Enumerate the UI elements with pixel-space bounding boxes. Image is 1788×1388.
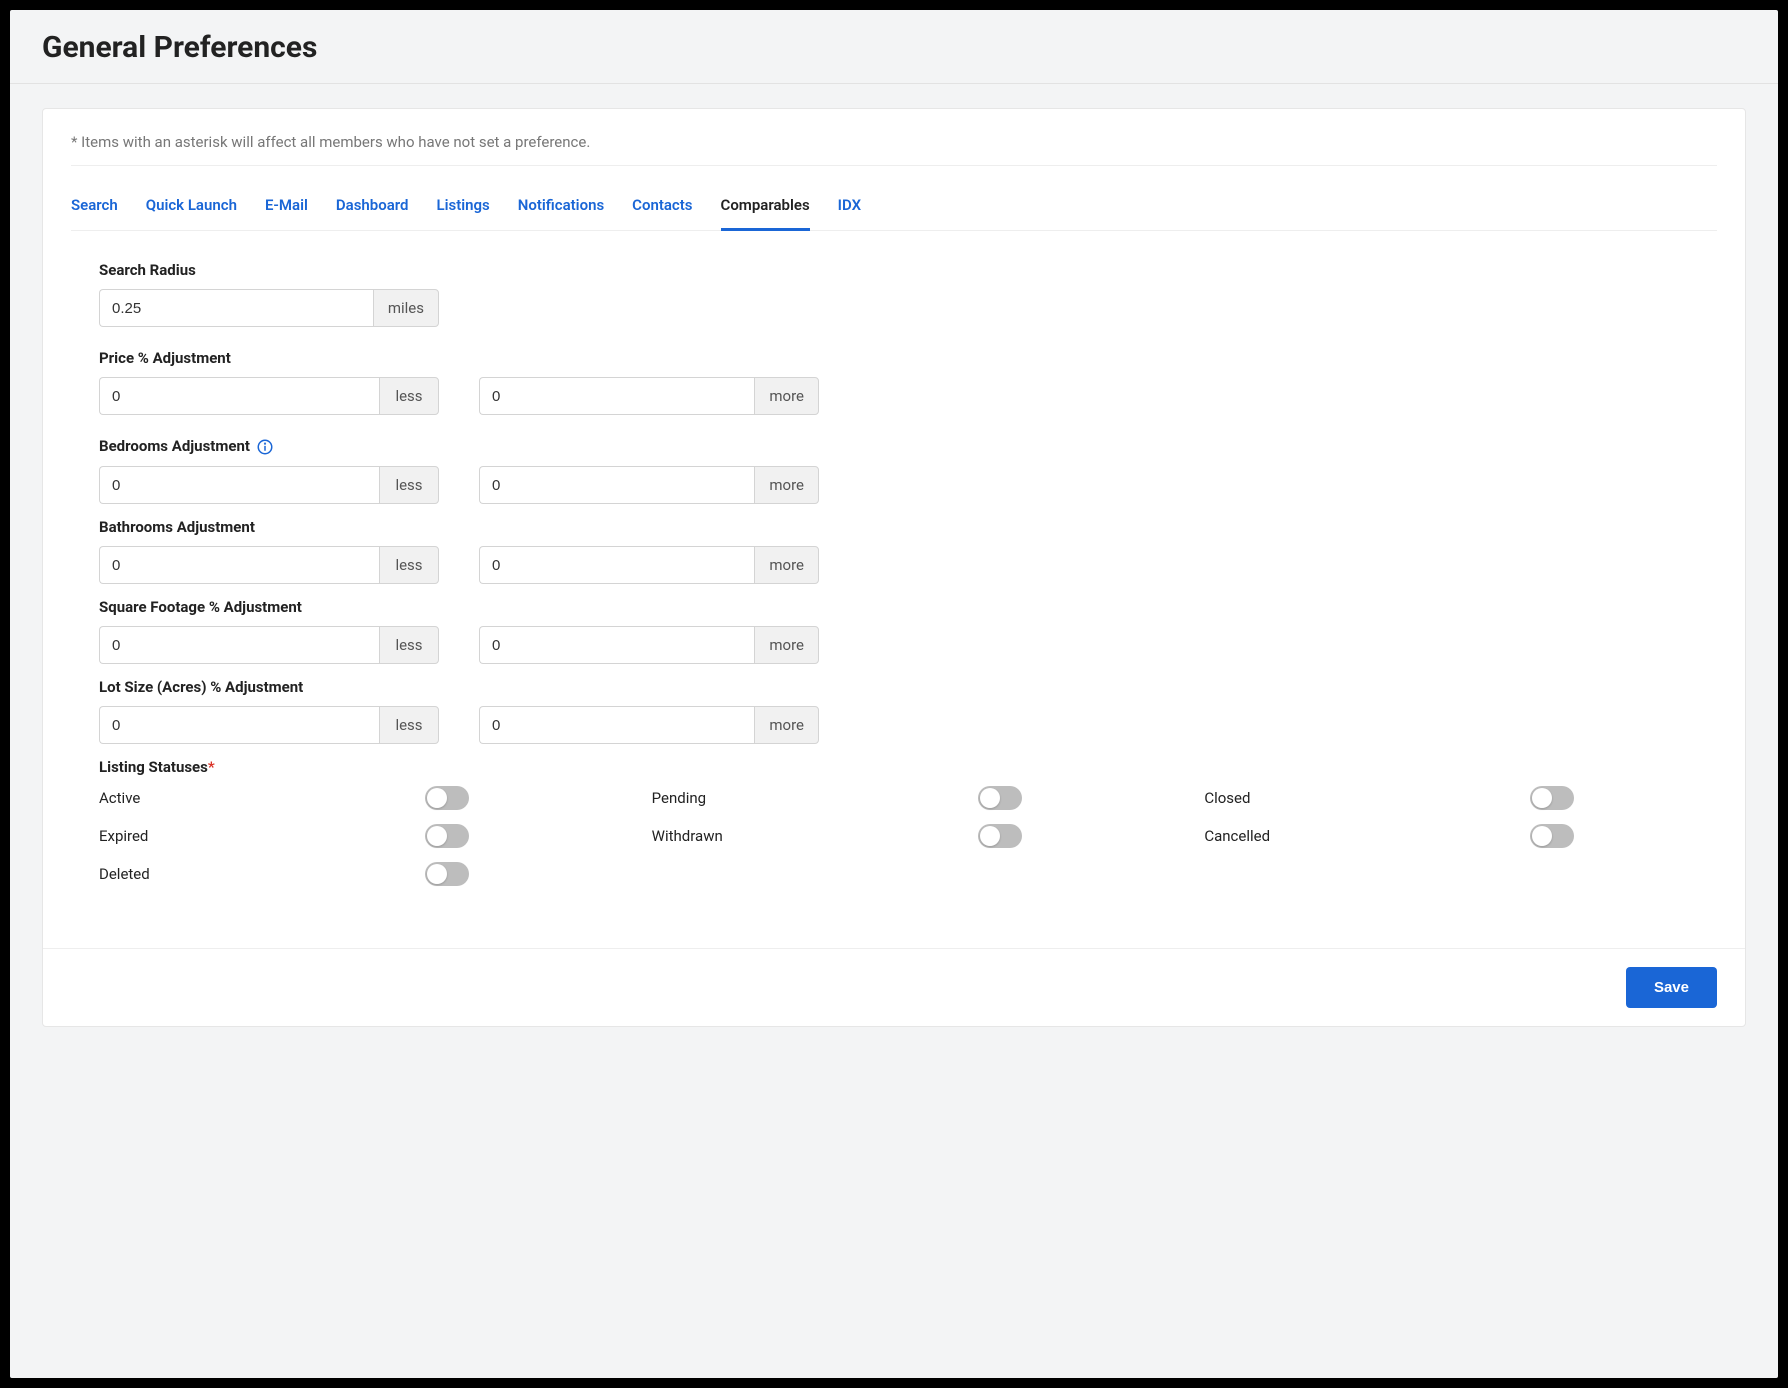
toggle-active[interactable] (425, 786, 469, 810)
field-bathrooms-adjustment: Bathrooms Adjustment less more (99, 518, 1717, 584)
input-group-bathrooms-less: less (99, 546, 439, 584)
bathrooms-less-unit: less (379, 546, 439, 584)
toggle-pending[interactable] (978, 786, 1022, 810)
input-group-sqft-less: less (99, 626, 439, 664)
label-bathrooms-adjustment: Bathrooms Adjustment (99, 518, 1717, 536)
page-header: General Preferences (10, 10, 1778, 84)
field-lotsize-adjustment: Lot Size (Acres) % Adjustment less more (99, 678, 1717, 744)
bathrooms-more-input[interactable] (479, 546, 754, 584)
field-search-radius: Search Radius miles (99, 261, 1717, 327)
tab-listings[interactable]: Listings (436, 190, 489, 230)
tab-contacts[interactable]: Contacts (632, 190, 692, 230)
input-group-price-less: less (99, 377, 439, 415)
field-sqft-adjustment: Square Footage % Adjustment less more (99, 598, 1717, 664)
toggle-cell-cancelled: Cancelled (1204, 824, 1574, 848)
label-listing-statuses: Listing Statuses* (99, 758, 1717, 776)
label-bedrooms-adjustment-text: Bedrooms Adjustment (99, 437, 250, 455)
field-listing-statuses: Listing Statuses* Active Pending Closed (99, 758, 1717, 886)
input-group-search-radius: miles (99, 289, 439, 327)
toggle-cell-withdrawn: Withdrawn (652, 824, 1022, 848)
comparables-form: Search Radius miles Price % Adjustment (71, 261, 1717, 886)
label-listing-statuses-text: Listing Statuses (99, 758, 208, 776)
bathrooms-less-input[interactable] (99, 546, 379, 584)
tab-bar: Search Quick Launch E-Mail Dashboard Lis… (71, 190, 1717, 231)
input-group-lotsize-more: more (479, 706, 819, 744)
toggle-label-cancelled: Cancelled (1204, 827, 1270, 845)
toggle-cell-pending: Pending (652, 786, 1022, 810)
toggle-label-deleted: Deleted (99, 865, 150, 883)
toggle-label-pending: Pending (652, 789, 706, 807)
listing-statuses-grid: Active Pending Closed Expired (99, 786, 1717, 886)
lotsize-less-input[interactable] (99, 706, 379, 744)
toggle-expired[interactable] (425, 824, 469, 848)
tab-notifications[interactable]: Notifications (518, 190, 604, 230)
tab-idx[interactable]: IDX (838, 190, 861, 230)
input-group-bathrooms-more: more (479, 546, 819, 584)
input-group-sqft-more: more (479, 626, 819, 664)
label-search-radius: Search Radius (99, 261, 1717, 279)
label-bedrooms-adjustment: Bedrooms Adjustment (99, 437, 1717, 456)
price-more-unit: more (754, 377, 819, 415)
preferences-panel: * Items with an asterisk will affect all… (42, 108, 1746, 1027)
page-title: General Preferences (42, 30, 1746, 65)
tab-quick-launch[interactable]: Quick Launch (146, 190, 237, 230)
toggle-label-closed: Closed (1204, 789, 1250, 807)
price-less-unit: less (379, 377, 439, 415)
save-button[interactable]: Save (1626, 967, 1717, 1008)
tab-comparables[interactable]: Comparables (721, 190, 810, 230)
label-sqft-adjustment: Square Footage % Adjustment (99, 598, 1717, 616)
toggle-label-active: Active (99, 789, 140, 807)
field-price-adjustment: Price % Adjustment less more (99, 349, 1717, 415)
bedrooms-more-input[interactable] (479, 466, 754, 504)
app-frame: General Preferences * Items with an aste… (10, 10, 1778, 1378)
required-asterisk: * (208, 758, 215, 776)
sqft-less-unit: less (379, 626, 439, 664)
bedrooms-less-input[interactable] (99, 466, 379, 504)
toggle-closed[interactable] (1530, 786, 1574, 810)
panel-body: * Items with an asterisk will affect all… (43, 109, 1745, 948)
toggle-cell-closed: Closed (1204, 786, 1574, 810)
toggle-cancelled[interactable] (1530, 824, 1574, 848)
input-group-price-more: more (479, 377, 819, 415)
toggle-cell-deleted: Deleted (99, 862, 469, 886)
field-bedrooms-adjustment: Bedrooms Adjustment less (99, 437, 1717, 504)
sqft-more-unit: more (754, 626, 819, 664)
sqft-less-input[interactable] (99, 626, 379, 664)
toggle-label-withdrawn: Withdrawn (652, 827, 723, 845)
price-less-input[interactable] (99, 377, 379, 415)
lotsize-less-unit: less (379, 706, 439, 744)
label-price-adjustment: Price % Adjustment (99, 349, 1717, 367)
label-lotsize-adjustment: Lot Size (Acres) % Adjustment (99, 678, 1717, 696)
input-group-bedrooms-less: less (99, 466, 439, 504)
toggle-cell-expired: Expired (99, 824, 469, 848)
bedrooms-less-unit: less (379, 466, 439, 504)
toggle-cell-active: Active (99, 786, 469, 810)
tab-dashboard[interactable]: Dashboard (336, 190, 409, 230)
lotsize-more-unit: more (754, 706, 819, 744)
toggle-label-expired: Expired (99, 827, 148, 845)
disclaimer-text: * Items with an asterisk will affect all… (71, 133, 1717, 166)
lotsize-more-input[interactable] (479, 706, 754, 744)
bathrooms-more-unit: more (754, 546, 819, 584)
bedrooms-more-unit: more (754, 466, 819, 504)
input-group-lotsize-less: less (99, 706, 439, 744)
toggle-deleted[interactable] (425, 862, 469, 886)
info-icon[interactable] (256, 438, 274, 456)
input-group-bedrooms-more: more (479, 466, 819, 504)
toggle-withdrawn[interactable] (978, 824, 1022, 848)
tab-email[interactable]: E-Mail (265, 190, 308, 230)
price-more-input[interactable] (479, 377, 754, 415)
panel-footer: Save (43, 948, 1745, 1026)
search-radius-input[interactable] (99, 289, 373, 327)
tab-search[interactable]: Search (71, 190, 118, 230)
sqft-more-input[interactable] (479, 626, 754, 664)
search-radius-unit: miles (373, 289, 439, 327)
